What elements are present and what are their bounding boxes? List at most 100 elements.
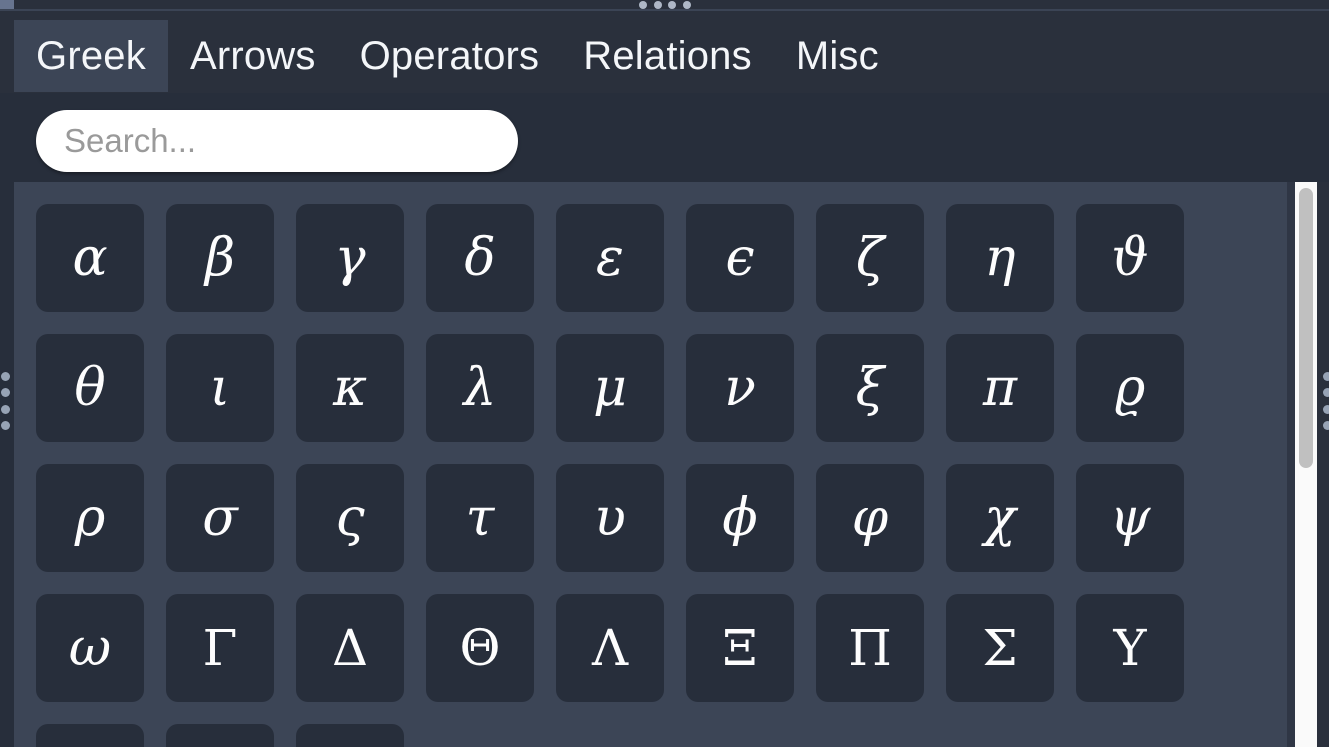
symbol-tile-kappa[interactable]: κ bbox=[296, 334, 404, 442]
symbol-tile-theta[interactable]: θ bbox=[36, 334, 144, 442]
tab-label: Operators bbox=[359, 33, 540, 78]
symbol-tile-delta[interactable]: δ bbox=[426, 204, 534, 312]
symbol-glyph: ρ bbox=[74, 488, 106, 548]
symbol-tile-nu[interactable]: ν bbox=[686, 334, 794, 442]
symbol-tile-mu[interactable]: μ bbox=[556, 334, 664, 442]
symbol-tile-Lambda[interactable]: Λ bbox=[556, 594, 664, 702]
symbol-glyph: α bbox=[72, 228, 108, 288]
symbol-grid: α β γ δ ε ϵ ζ η ϑ θ ι κ λ μ ν ξ π ϱ ρ σ ς τ υ ϕ φ χ ψ ω Γ Δ Θ Λ Ξ Π Σ Υ ΦΨΩ bbox=[36, 204, 1184, 747]
drag-dot-icon bbox=[1322, 372, 1329, 381]
search-input[interactable] bbox=[36, 110, 518, 172]
symbol-tile-zeta[interactable]: ζ bbox=[816, 204, 924, 312]
tab-label: Greek bbox=[36, 33, 146, 78]
symbol-tile-Omega[interactable]: Ω bbox=[296, 724, 404, 747]
drag-handle-top[interactable] bbox=[639, 0, 691, 9]
symbol-glyph: δ bbox=[464, 228, 496, 288]
drag-dot-icon bbox=[682, 0, 691, 9]
symbol-tile-chi[interactable]: χ bbox=[946, 464, 1054, 572]
symbol-tile-lambda[interactable]: λ bbox=[426, 334, 534, 442]
tab-relations[interactable]: Relations bbox=[561, 20, 774, 92]
symbol-tile-Sigma[interactable]: Σ bbox=[946, 594, 1054, 702]
symbol-tile-Psi[interactable]: Ψ bbox=[166, 724, 274, 747]
symbol-glyph: φ bbox=[851, 488, 889, 548]
symbol-tile-beta[interactable]: β bbox=[166, 204, 274, 312]
symbol-tile-varepsilon[interactable]: ε bbox=[556, 204, 664, 312]
symbol-tile-phi[interactable]: ϕ bbox=[686, 464, 794, 572]
tab-greek[interactable]: Greek bbox=[14, 20, 168, 92]
symbol-tile-upsilon[interactable]: υ bbox=[556, 464, 664, 572]
drag-dot-icon bbox=[0, 372, 10, 381]
symbol-glyph: Θ bbox=[459, 619, 501, 677]
symbol-tile-Theta[interactable]: Θ bbox=[426, 594, 534, 702]
symbol-glyph: Δ bbox=[331, 619, 369, 677]
symbol-glyph: ξ bbox=[855, 358, 885, 418]
symbol-glyph: ϕ bbox=[722, 488, 758, 548]
symbol-glyph: γ bbox=[334, 228, 366, 288]
symbol-glyph: π bbox=[982, 358, 1018, 418]
symbol-tile-Phi[interactable]: Φ bbox=[36, 724, 144, 747]
symbol-glyph: ϱ bbox=[1114, 358, 1146, 418]
symbol-glyph: κ bbox=[332, 358, 368, 418]
symbol-tile-Upsilon[interactable]: Υ bbox=[1076, 594, 1184, 702]
symbol-palette-window: Greek Arrows Operators Relations Misc α β γ δ ε ϵ… bbox=[0, 0, 1329, 747]
scrollbar-thumb[interactable] bbox=[1299, 188, 1313, 468]
symbol-tile-sigma[interactable]: σ bbox=[166, 464, 274, 572]
symbol-glyph: Γ bbox=[202, 619, 238, 677]
symbol-tile-Xi[interactable]: Ξ bbox=[686, 594, 794, 702]
symbol-tile-iota[interactable]: ι bbox=[166, 334, 274, 442]
symbol-tile-varphi[interactable]: φ bbox=[816, 464, 924, 572]
tab-operators[interactable]: Operators bbox=[338, 20, 562, 92]
symbol-glyph: ν bbox=[724, 358, 756, 418]
symbol-tile-alpha[interactable]: α bbox=[36, 204, 144, 312]
tab-list: Greek Arrows Operators Relations Misc bbox=[14, 20, 901, 92]
symbol-glyph: ε bbox=[596, 228, 624, 288]
symbol-glyph: υ bbox=[594, 488, 626, 548]
vertical-scrollbar[interactable] bbox=[1295, 182, 1317, 747]
tab-label: Arrows bbox=[189, 33, 316, 78]
drag-dot-icon bbox=[668, 0, 677, 9]
drag-dot-icon bbox=[1322, 404, 1329, 414]
symbol-glyph: θ bbox=[74, 358, 106, 418]
tab-bar: Greek Arrows Operators Relations Misc bbox=[0, 11, 1329, 93]
symbol-glyph: τ bbox=[465, 488, 495, 548]
tab-misc[interactable]: Misc bbox=[774, 20, 901, 92]
drag-dot-icon bbox=[0, 404, 10, 414]
symbol-glyph: Ξ bbox=[722, 619, 758, 677]
symbol-glyph: η bbox=[984, 228, 1016, 288]
symbol-tile-varrho[interactable]: ϱ bbox=[1076, 334, 1184, 442]
drag-handle-right[interactable] bbox=[1322, 372, 1329, 430]
symbol-tile-epsilon[interactable]: ϵ bbox=[686, 204, 794, 312]
symbol-tile-vartheta[interactable]: ϑ bbox=[1076, 204, 1184, 312]
symbol-tile-Pi[interactable]: Π bbox=[816, 594, 924, 702]
panel-right-edge bbox=[1287, 182, 1295, 747]
symbol-tile-gamma[interactable]: γ bbox=[296, 204, 404, 312]
symbol-glyph: ζ bbox=[855, 228, 885, 288]
symbol-tile-pi[interactable]: π bbox=[946, 334, 1054, 442]
symbol-glyph: ς bbox=[335, 488, 365, 548]
symbol-glyph: ϑ bbox=[1111, 228, 1149, 288]
symbol-glyph: Υ bbox=[1113, 619, 1147, 677]
symbol-glyph: Λ bbox=[591, 619, 629, 677]
symbol-glyph: ω bbox=[68, 618, 112, 678]
drag-dot-icon bbox=[653, 0, 662, 9]
symbol-tile-Gamma[interactable]: Γ bbox=[166, 594, 274, 702]
tab-arrows[interactable]: Arrows bbox=[168, 20, 338, 92]
search-field-container bbox=[36, 110, 518, 172]
symbol-tile-psi[interactable]: ψ bbox=[1076, 464, 1184, 572]
symbol-tile-rho[interactable]: ρ bbox=[36, 464, 144, 572]
symbol-glyph: χ bbox=[984, 488, 1016, 548]
symbol-glyph: Π bbox=[848, 619, 892, 677]
title-bar-accent bbox=[0, 0, 14, 9]
symbol-tile-Delta[interactable]: Δ bbox=[296, 594, 404, 702]
drag-dot-icon bbox=[639, 0, 647, 9]
symbol-tile-omega[interactable]: ω bbox=[36, 594, 144, 702]
drag-dot-icon bbox=[0, 388, 10, 398]
symbol-glyph: λ bbox=[463, 358, 497, 418]
symbol-tile-tau[interactable]: τ bbox=[426, 464, 534, 572]
scrollbar-gutter bbox=[1317, 182, 1329, 747]
symbol-tile-xi[interactable]: ξ bbox=[816, 334, 924, 442]
drag-handle-left[interactable] bbox=[0, 372, 10, 430]
symbol-tile-varsigma[interactable]: ς bbox=[296, 464, 404, 572]
symbol-glyph: Σ bbox=[982, 619, 1018, 677]
symbol-tile-eta[interactable]: η bbox=[946, 204, 1054, 312]
